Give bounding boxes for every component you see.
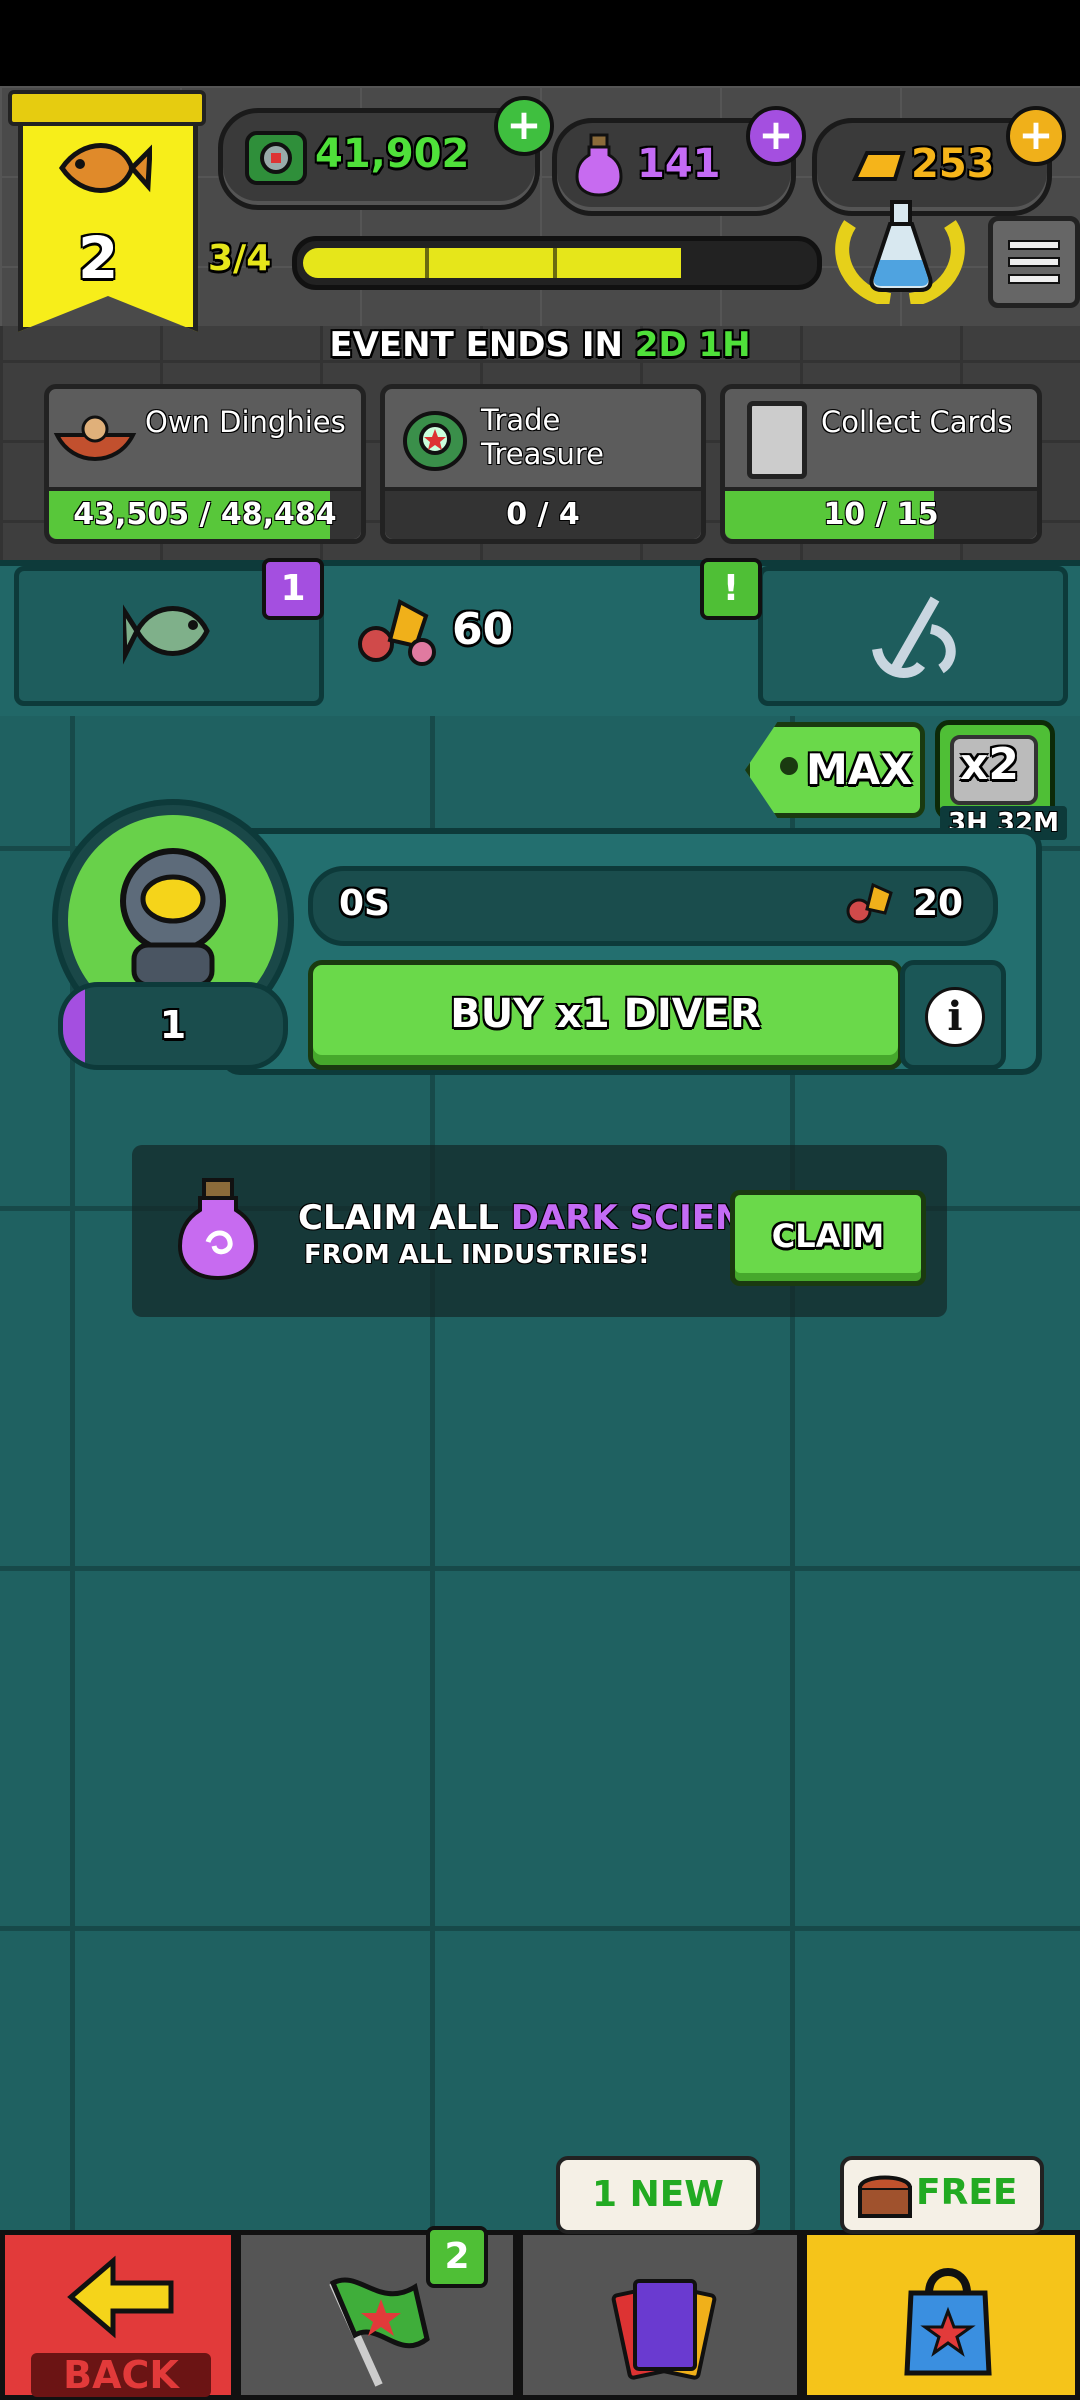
status-bar: [0, 0, 1080, 86]
objective-collect-cards[interactable]: Collect Cards 10 / 15: [720, 384, 1042, 544]
cash-safe-icon: [245, 131, 307, 185]
flag-badge: 2: [426, 2226, 488, 2288]
nav-cards-button[interactable]: [518, 2230, 802, 2400]
cash-amount: 41,902: [315, 131, 470, 177]
event-ends-value: 2D 1H: [634, 325, 751, 365]
treasure-chest-icon: [858, 2175, 912, 2218]
hamburger-icon: [1008, 240, 1060, 284]
xp-progress-text: 3/4: [208, 238, 272, 279]
claim-label: CLAIM: [771, 1217, 885, 1255]
menu-button[interactable]: [988, 216, 1080, 308]
info-icon: i: [925, 987, 985, 1047]
back-label: BACK: [31, 2353, 211, 2397]
shop-free-label: FREE: [916, 2172, 1018, 2213]
fish-icon: [58, 143, 152, 193]
anchor-tab-badge: !: [700, 558, 762, 620]
buy-label: BUY x1 DIVER: [450, 991, 761, 1037]
max-dot-icon: [780, 757, 798, 775]
flask-icon: [869, 200, 933, 292]
boost-x2-button[interactable]: x2: [935, 720, 1055, 820]
production-timer: 0S: [339, 883, 390, 924]
gold-bar-icon: [851, 151, 906, 181]
boat-icon: [53, 415, 137, 461]
add-dark-science-button[interactable]: +: [746, 106, 806, 166]
gems-count: 60: [452, 604, 514, 655]
objective-progress: 43,505 / 48,484: [73, 497, 337, 532]
objective-label: Own Dinghies: [145, 405, 346, 439]
dark-science-amount: 141: [637, 141, 721, 187]
plus-icon: +: [758, 110, 794, 159]
dark-science-potion-icon: [575, 133, 623, 197]
claim-all-prefix: CLAIM ALL: [298, 1198, 499, 1238]
objective-progress: 10 / 15: [823, 497, 939, 532]
shopping-bag-icon: [904, 2268, 992, 2376]
production-timer-bar: 0S 20: [308, 866, 998, 946]
gems-icon: [846, 882, 893, 924]
gold-amount: 253: [911, 141, 995, 187]
cards-new-bubble: 1 NEW: [556, 2156, 760, 2234]
plus-icon: +: [506, 100, 542, 149]
anchor-icon: [872, 596, 956, 678]
diver-icon: [120, 848, 226, 988]
gems-icon: [358, 599, 436, 666]
xp-bar: [292, 236, 822, 290]
player-level: 2: [78, 224, 119, 292]
event-countdown: EVENT ENDS IN 2D 1H: [0, 325, 1080, 365]
info-label: i: [947, 993, 963, 1040]
card-icon: [747, 401, 807, 479]
dark-science-potion-icon: [178, 1178, 258, 1281]
objective-own-dinghies[interactable]: Own Dinghies 43,505 / 48,484: [44, 384, 366, 544]
buy-diver-button[interactable]: BUY x1 DIVER: [308, 960, 903, 1070]
claim-all-line2: FROM ALL INDUSTRIES!: [304, 1240, 650, 1270]
fish-tab-icon: [123, 604, 210, 665]
back-button[interactable]: BACK: [0, 2230, 236, 2400]
claim-all-line1: CLAIM ALL DARK SCIENCE: [298, 1198, 792, 1238]
tab-gems[interactable]: 60: [340, 584, 540, 684]
owned-count: 1: [159, 1003, 187, 1047]
banner-rod: [8, 90, 206, 126]
objective-progress: 0 / 4: [506, 497, 580, 532]
industry-info-button[interactable]: i: [900, 960, 1006, 1070]
fish-tab-badge: 1: [262, 558, 324, 620]
plus-icon: +: [1018, 110, 1054, 159]
add-gold-button[interactable]: +: [1006, 106, 1066, 166]
boost-label: x2: [960, 739, 1019, 790]
cash-counter: 41,902: [218, 108, 540, 210]
back-arrow-icon: [67, 2255, 174, 2339]
bottom-nav: BACK 2 1 NEW FREE: [0, 2156, 1080, 2400]
diving-helmet-icon: [403, 411, 467, 471]
tab-anchor[interactable]: [758, 566, 1068, 706]
add-cash-button[interactable]: +: [494, 96, 554, 156]
event-ends-label: EVENT ENDS IN: [329, 325, 623, 365]
diver-owned-count: 1: [58, 982, 288, 1070]
objective-label: Collect Cards: [821, 405, 1013, 439]
objective-label-line2: Treasure: [481, 437, 604, 471]
research-button[interactable]: [830, 196, 970, 304]
objective-label-line1: Trade: [481, 403, 561, 437]
objective-trade-treasure[interactable]: Trade Treasure 0 / 4: [380, 384, 706, 544]
production-yield: 20: [913, 883, 964, 924]
claim-button[interactable]: CLAIM: [730, 1190, 926, 1286]
max-buy-button[interactable]: MAX: [745, 722, 925, 818]
nav-shop-button[interactable]: [802, 2230, 1080, 2400]
max-label: MAX: [806, 745, 913, 794]
flag-icon: [329, 2277, 430, 2387]
shop-free-bubble: FREE: [840, 2156, 1044, 2234]
cards-icon: [610, 2279, 718, 2381]
